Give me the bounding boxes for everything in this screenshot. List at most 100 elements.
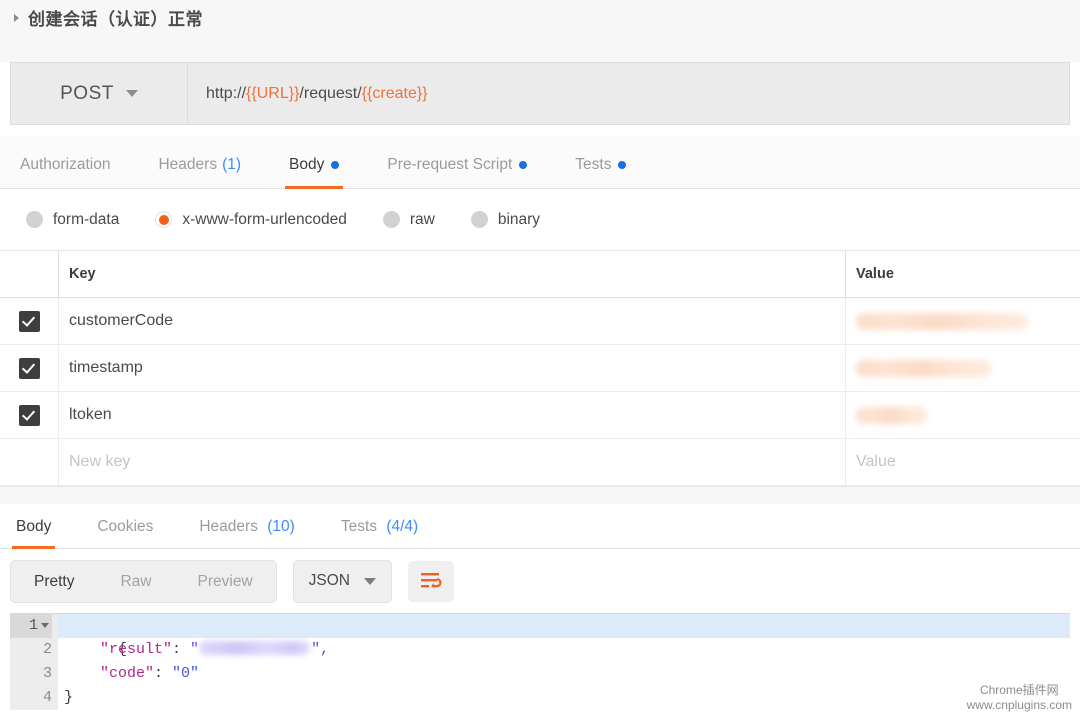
view-mode-segmented-control: Pretty Raw Preview (10, 559, 277, 603)
header-key-cell: Key (59, 251, 846, 297)
row-key-cell[interactable]: customerCode (59, 298, 846, 344)
tab-body[interactable]: Body (285, 156, 344, 189)
new-value-input[interactable]: Value (846, 439, 1080, 485)
line-number-2: 2 (10, 638, 52, 662)
radio-binary-dot-icon (470, 211, 488, 228)
row-checkbox-cell[interactable] (0, 392, 59, 438)
row-checkbox-cell[interactable] (0, 345, 59, 391)
line-number-1[interactable]: 1 (10, 614, 52, 638)
row-value-redacted (856, 312, 1028, 330)
line-number-3-text: 3 (42, 665, 52, 682)
line-number-1-text: 1 (28, 617, 38, 634)
code-line-4: } (58, 686, 1070, 710)
tab-body-label: Body (289, 156, 325, 173)
line-number-3: 3 (10, 662, 52, 686)
row-checkbox-checked-icon[interactable] (18, 357, 40, 379)
line-number-gutter: 1 2 3 4 (10, 614, 58, 710)
http-method-selector[interactable]: POST (11, 63, 188, 124)
table-row: timestamp (0, 345, 1080, 392)
chevron-down-icon (363, 577, 376, 585)
row-value-cell[interactable] (846, 345, 1080, 391)
column-header-key: Key (69, 266, 96, 282)
word-wrap-icon (420, 573, 442, 588)
table-header-row: Key Value (0, 251, 1080, 298)
row-checkbox-checked-icon[interactable] (18, 310, 40, 332)
row-checkbox-cell[interactable] (0, 298, 59, 344)
row-key-text: ltoken (69, 406, 112, 423)
response-tab-tests-count: (4/4) (386, 518, 419, 535)
response-section-divider (0, 486, 1080, 504)
code-line-2-value-redacted (199, 641, 312, 655)
url-segment-protocol: http:// (206, 84, 247, 102)
radio-x-www-form-urlencoded-dot-icon (155, 211, 173, 228)
tab-headers-label: Headers (158, 156, 218, 173)
response-code-viewer: 1 2 3 4 { "result": " ", "code": "0" } (10, 613, 1070, 710)
line-number-4-text: 4 (42, 689, 52, 706)
table-new-row: New key Value (0, 439, 1080, 486)
code-line-2-open-quote: " (190, 641, 200, 658)
url-segment-var-url: {{URL}} (246, 84, 300, 102)
tab-headers-count: (1) (222, 156, 242, 173)
row-value-redacted (856, 406, 928, 424)
radio-form-data-label: form-data (53, 210, 120, 228)
tab-authorization-label: Authorization (20, 156, 111, 173)
header-checkbox-cell (0, 251, 59, 297)
tab-authorization[interactable]: Authorization (16, 156, 114, 189)
row-checkbox-checked-icon[interactable] (18, 404, 40, 426)
row-key-text: customerCode (69, 312, 174, 329)
response-format-select[interactable]: JSON (292, 559, 392, 603)
page-title: 创建会话（认证）正常 (28, 10, 203, 29)
column-header-value: Value (856, 266, 894, 282)
row-value-cell[interactable] (846, 298, 1080, 344)
row-key-cell[interactable]: timestamp (59, 345, 846, 391)
disclosure-triangle-icon[interactable] (14, 13, 19, 22)
response-tab-body-label: Body (16, 518, 52, 535)
view-mode-pretty[interactable]: Pretty (11, 561, 97, 602)
word-wrap-button[interactable] (407, 560, 454, 602)
url-bar: POST http://{{URL}}/request/{{create}} (10, 62, 1070, 125)
view-mode-preview[interactable]: Preview (175, 561, 276, 602)
row-key-cell[interactable]: ltoken (59, 392, 846, 438)
response-tab-tests[interactable]: Tests (4/4) (337, 518, 422, 549)
view-mode-raw[interactable]: Raw (97, 561, 174, 602)
response-tabs: Body Cookies Headers (10) Tests (4/4) (0, 504, 1080, 549)
http-method-label: POST (60, 82, 114, 104)
code-line-3: "code": "0" (58, 662, 1070, 686)
new-key-placeholder: New key (69, 453, 131, 470)
radio-form-data[interactable]: form-data (26, 211, 119, 229)
radio-x-www-form-urlencoded[interactable]: x-www-form-urlencoded (155, 211, 347, 229)
radio-raw[interactable]: raw (382, 211, 435, 229)
code-line-2-tail: ", (311, 641, 330, 658)
tab-tests[interactable]: Tests (571, 156, 630, 189)
code-line-3-value: "0" (172, 665, 200, 682)
code-fold-triangle-icon[interactable] (41, 623, 49, 628)
code-line-3-colon: : (154, 665, 173, 682)
code-content[interactable]: { "result": " ", "code": "0" } (58, 614, 1070, 710)
new-key-input[interactable]: New key (59, 439, 846, 485)
row-value-redacted (856, 359, 992, 377)
response-format-label: JSON (308, 572, 350, 589)
tab-pre-request-script-label: Pre-request Script (387, 156, 513, 173)
header-value-cell: Value (846, 251, 1080, 297)
response-tab-body[interactable]: Body (12, 518, 56, 549)
code-line-2-colon: : (172, 641, 191, 658)
radio-binary-label: binary (497, 210, 541, 228)
tab-pre-request-script[interactable]: Pre-request Script (383, 156, 531, 189)
request-title-bar[interactable]: 创建会话（认证）正常 (0, 0, 1080, 35)
response-tab-cookies[interactable]: Cookies (93, 518, 157, 549)
url-segment-var-create: {{create}} (361, 84, 428, 102)
radio-form-data-dot-icon (26, 211, 43, 228)
tab-body-dot-icon (331, 161, 340, 169)
new-value-placeholder: Value (856, 453, 896, 470)
code-line-1: { (58, 614, 1070, 658)
radio-binary[interactable]: binary (470, 210, 541, 229)
response-tab-headers[interactable]: Headers (10) (195, 518, 298, 549)
tab-headers[interactable]: Headers (1) (154, 156, 245, 189)
row-value-cell[interactable] (846, 392, 1080, 438)
line-number-2-text: 2 (42, 641, 52, 658)
response-tab-cookies-label: Cookies (97, 518, 154, 535)
tab-tests-dot-icon (618, 161, 627, 169)
tab-tests-label: Tests (575, 156, 612, 173)
url-input[interactable]: http://{{URL}}/request/{{create}} (188, 63, 1069, 124)
response-tab-tests-label: Tests (340, 518, 378, 535)
